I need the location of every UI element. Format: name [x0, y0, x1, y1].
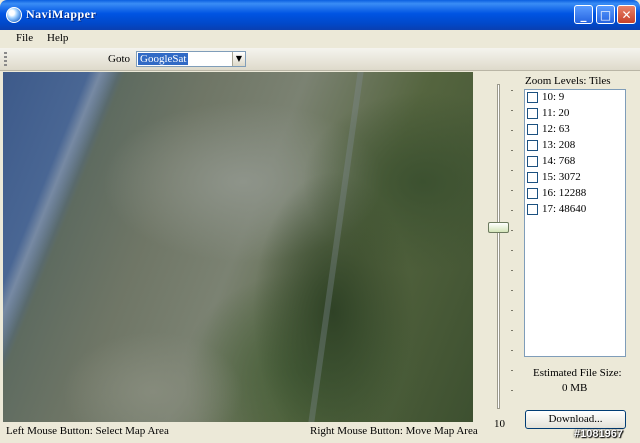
- status-right-hint: Right Mouse Button: Move Map Area: [310, 425, 478, 437]
- slider-tick: [511, 90, 513, 91]
- map-view[interactable]: [3, 72, 473, 422]
- zoom-level-label: 10: 9: [542, 91, 565, 103]
- menu-help[interactable]: Help: [47, 32, 68, 44]
- goto-label: Goto: [108, 53, 130, 65]
- slider-tick: [511, 110, 513, 111]
- slider-track: [497, 84, 500, 409]
- estimated-size-label: Estimated File Size:: [533, 367, 622, 379]
- slider-tick: [511, 230, 513, 231]
- slider-value: 10: [494, 418, 505, 430]
- slider-tick: [511, 290, 513, 291]
- slider-tick: [511, 270, 513, 271]
- map-coastline: [3, 72, 473, 422]
- zoom-level-label: 14: 768: [542, 155, 576, 167]
- download-button[interactable]: Download...: [525, 410, 626, 429]
- zoom-level-label: 13: 208: [542, 139, 576, 151]
- app-globe-icon: [6, 7, 22, 23]
- slider-tick: [511, 170, 513, 171]
- toolbar-grip[interactable]: [4, 52, 7, 66]
- zoom-level-label: 16: 12288: [542, 187, 587, 199]
- slider-tick: [511, 190, 513, 191]
- slider-tick: [511, 210, 513, 211]
- status-left-hint: Left Mouse Button: Select Map Area: [6, 425, 169, 437]
- zoom-level-label: 11: 20: [542, 107, 570, 119]
- slider-tick: [511, 150, 513, 151]
- zoom-level-label: 15: 3072: [542, 171, 581, 183]
- checkbox[interactable]: [527, 188, 538, 199]
- maximize-button[interactable]: □: [596, 5, 615, 24]
- checkbox[interactable]: [527, 156, 538, 167]
- estimated-size-value: 0 MB: [562, 382, 588, 394]
- chevron-down-icon[interactable]: ▼: [232, 52, 245, 66]
- slider-tick: [511, 310, 513, 311]
- checkbox[interactable]: [527, 108, 538, 119]
- map-source-value: GoogleSat: [138, 53, 189, 65]
- menu-bar: File Help: [0, 30, 640, 48]
- slider-tick: [511, 330, 513, 331]
- checkbox[interactable]: [527, 204, 538, 215]
- checkbox[interactable]: [527, 92, 538, 103]
- close-button[interactable]: ✕: [617, 5, 636, 24]
- minimize-button[interactable]: _: [574, 5, 593, 24]
- checkbox[interactable]: [527, 124, 538, 135]
- window-title: NaviMapper: [26, 7, 97, 21]
- slider-tick: [511, 350, 513, 351]
- zoom-levels-title: Zoom Levels: Tiles: [525, 75, 611, 87]
- zoom-level-label: 17: 48640: [542, 203, 587, 215]
- slider-thumb[interactable]: [488, 222, 509, 233]
- checkbox[interactable]: [527, 172, 538, 183]
- slider-tick: [511, 250, 513, 251]
- slider-tick: [511, 390, 513, 391]
- title-bar[interactable]: NaviMapper _ □ ✕: [0, 0, 640, 30]
- zoom-slider[interactable]: 10: [476, 72, 521, 430]
- checkbox[interactable]: [527, 140, 538, 151]
- zoom-level-label: 12: 63: [542, 123, 570, 135]
- map-source-select[interactable]: GoogleSat ▼: [136, 51, 246, 67]
- zoom-levels-list[interactable]: 10: 9 11: 20 12: 63 13: 208 14: 768 15: …: [524, 89, 626, 357]
- slider-tick: [511, 130, 513, 131]
- menu-file[interactable]: File: [16, 32, 33, 44]
- toolbar: Goto GoogleSat ▼: [0, 48, 640, 71]
- watermark: #1081967: [574, 428, 623, 440]
- slider-tick: [511, 370, 513, 371]
